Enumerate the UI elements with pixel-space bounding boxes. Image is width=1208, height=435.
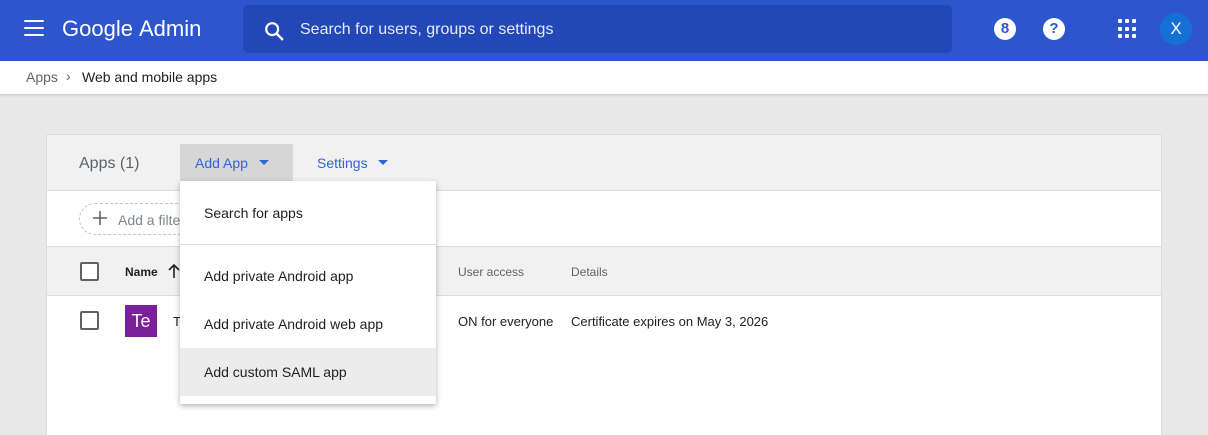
apps-count-title: Apps (1): [79, 155, 140, 172]
breadcrumb-current-page: Web and mobile apps: [82, 69, 218, 85]
select-all-checkbox[interactable]: [80, 262, 99, 281]
menu-item-search-for-apps[interactable]: Search for apps: [180, 189, 436, 237]
menu-item-label: Add private Android web app: [204, 316, 384, 332]
app-icon: Te: [125, 305, 157, 337]
column-header-name[interactable]: Name: [125, 265, 158, 279]
breadcrumb-apps-link[interactable]: Apps: [26, 69, 58, 85]
caret-down-icon: [259, 160, 269, 165]
menu-item-add-custom-saml-app[interactable]: Add custom SAML app: [180, 348, 436, 396]
add-app-label: Add App: [195, 155, 248, 171]
row-checkbox[interactable]: [80, 311, 99, 330]
details-value: Certificate expires on May 3, 2026: [571, 314, 769, 329]
logo-brand: Google: [62, 16, 133, 41]
plus-icon: [93, 211, 107, 225]
user-access-value: ON for everyone: [458, 314, 554, 329]
help-icon[interactable]: ?: [1043, 18, 1065, 40]
search-icon: [265, 22, 284, 41]
menu-divider: [180, 244, 436, 245]
sort-ascending-icon[interactable]: [167, 263, 181, 279]
search-bar[interactable]: Search for users, groups or settings: [243, 5, 952, 53]
search-input[interactable]: Search for users, groups or settings: [300, 21, 553, 39]
menu-item-label: Search for apps: [204, 205, 303, 221]
apps-launcher-icon[interactable]: [1118, 19, 1138, 39]
column-header-details[interactable]: Details: [571, 265, 608, 279]
filter-placeholder: Add a filter: [118, 212, 185, 228]
menu-item-label: Add custom SAML app: [204, 364, 347, 380]
settings-button[interactable]: Settings: [303, 144, 403, 181]
settings-label: Settings: [317, 155, 368, 171]
hamburger-menu-icon[interactable]: [24, 20, 44, 38]
logo-product: Admin: [138, 16, 202, 41]
caret-down-icon: [378, 160, 388, 165]
menu-item-add-private-android-web-app[interactable]: Add private Android web app: [180, 300, 436, 348]
menu-item-add-private-android-app[interactable]: Add private Android app: [180, 252, 436, 300]
activity-indicator-icon[interactable]: 8: [994, 18, 1016, 40]
chevron-right-icon: ›: [66, 68, 71, 84]
menu-item-label: Add private Android app: [204, 268, 354, 284]
top-app-bar: Google Admin Search for users, groups or …: [0, 0, 1208, 61]
add-app-menu: Search for apps Add private Android app …: [180, 181, 436, 404]
account-avatar[interactable]: X: [1160, 13, 1192, 45]
breadcrumb: Apps › Web and mobile apps: [0, 61, 1208, 94]
google-admin-logo[interactable]: Google Admin: [62, 16, 201, 42]
column-header-user-access[interactable]: User access: [458, 265, 524, 279]
add-app-button[interactable]: Add App: [180, 144, 293, 181]
